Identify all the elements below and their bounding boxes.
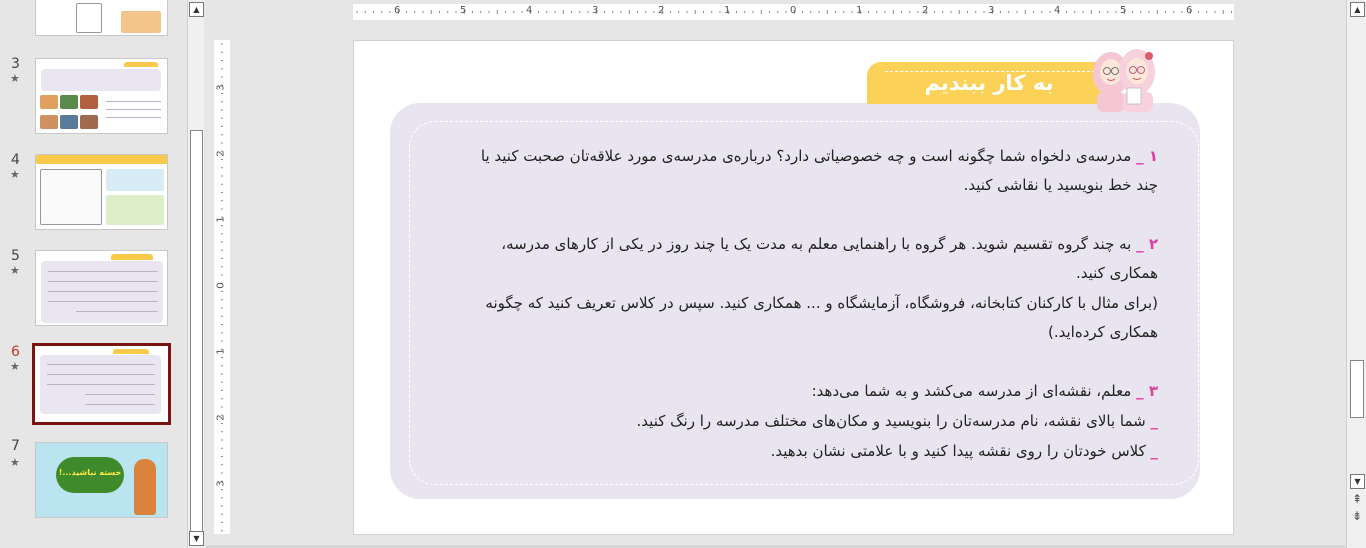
ruler-number: 1 [856,5,863,16]
bullet-dash: _ [1150,412,1159,430]
slide-title[interactable]: به کار ببندیم [914,71,1064,95]
item-2-line-1[interactable]: ۲ _ به چند گروه تقسیم شوید. هر گروه با ر… [501,235,1158,253]
scroll-up-button[interactable]: ▲ [189,2,204,17]
bullet-dash: _ [1150,442,1159,460]
thumb-5-text-line [48,271,158,272]
ruler-number: 3 [988,5,995,16]
item-3-bullet-1[interactable]: _ شما بالای نقشه، نام مدرسه‌تان را بنویس… [637,412,1158,430]
ruler-number: 3 [592,5,599,16]
scroll-up-button[interactable]: ▲ [1350,2,1365,17]
slide-scroll-thumb[interactable] [1350,360,1364,418]
animation-star-icon: ★ [10,72,20,85]
slide-thumbnail-5[interactable] [35,250,168,326]
slide-thumbnail-2[interactable] [35,0,168,36]
item-number-3: ۳ _ [1136,382,1158,400]
slide-canvas[interactable]: به کار ببندیم ۱ _ مدرسه‌ی دلخواه شما چگو… [353,40,1234,535]
slide-thumbnail-7[interactable]: خسته نباشید...! [35,442,168,518]
slide-thumbnail-4[interactable] [35,154,168,230]
thumb-3-photo [60,95,78,109]
animation-star-icon: ★ [10,168,20,181]
thumb-3-text-line [106,109,161,110]
ruler-number: 5 [460,5,467,16]
thumbnail-scrollbar[interactable]: ▲ ▼ [187,0,204,548]
thumb-3-card [41,69,161,91]
ruler-number: 1 [215,348,227,355]
thumb-2-illustration [76,3,102,33]
thumb-5-text-line [48,301,158,302]
ruler-number: 6 [1186,5,1193,16]
thumb-4-header [36,155,167,164]
thumb-7-text: خسته نباشید...! [58,468,122,477]
animation-star-icon: ★ [10,456,20,469]
item-2-line-3[interactable]: (برای مثال با کارکنان کتابخانه، فروشگاه،… [485,294,1158,312]
ruler-number: 2 [922,5,929,16]
scroll-down-button[interactable]: ▼ [189,531,204,546]
slide-number-6: 6 [11,344,20,360]
thumb-7-boy [134,459,156,515]
ruler-number: 4 [1054,5,1061,16]
thumb-5-title-tab [111,254,153,260]
slide-number-5: 5 [11,248,20,264]
slide-scrollbar[interactable]: ▲ ▼ ⇞ ⇟ [1346,0,1366,548]
thumb-3-text-line [106,101,161,102]
slide-thumbnail-6[interactable] [32,343,171,425]
ruler-number: 1 [724,5,731,16]
animation-star-icon: ★ [10,264,20,277]
thumb-6-text-line [47,384,155,385]
previous-slide-icon[interactable]: ⇞ [1350,492,1364,506]
thumb-3-photo [40,95,58,109]
thumb-4-map [40,169,102,225]
ruler-number: 0 [215,282,227,289]
next-slide-icon[interactable]: ⇟ [1350,509,1364,523]
thumb-6-text-line [47,364,155,365]
thumb-6-text-line [85,394,155,395]
thumb-4-box [106,195,164,225]
ruler-number: 4 [526,5,533,16]
ruler-number: 2 [658,5,665,16]
item-number-1: ۱ _ [1136,147,1158,165]
item-1-line-2[interactable]: چند خط بنویسید یا نقاشی کنید. [964,176,1158,194]
thumb-3-title-tab [124,62,158,67]
item-3-bullet-2[interactable]: _ کلاس خودتان را روی نقشه پیدا کنید و با… [771,442,1158,460]
thumb-3-photo [60,115,78,129]
slide-number-4: 4 [11,152,20,168]
thumb-2-kids [121,11,161,33]
thumbnail-scroll-thumb[interactable] [190,130,203,534]
two-girls-illustration-icon [1093,49,1155,112]
ruler-number: 2 [215,414,227,421]
slide-number-7: 7 [11,438,20,454]
vertical-ruler: 3 2 1 0 1 2 3 [214,40,230,534]
horizontal-ruler: 6 5 4 3 2 1 0 1 2 3 4 5 6 [353,4,1234,20]
ruler-number: 3 [215,480,227,487]
animation-star-icon: ★ [10,360,20,373]
thumb-3-photo [40,115,58,129]
thumb-3-photo [80,95,98,109]
slide-edit-area: 6 5 4 3 2 1 0 1 2 3 4 5 6 3 2 1 0 1 2 3 به کار ببندیم ۱ _ … [206,0,1346,548]
ruler-number: 5 [1120,5,1127,16]
thumb-4-box [106,169,164,191]
item-2-line-2[interactable]: همکاری کنید. [1076,264,1158,282]
slide-thumbnail-pane: 3 ★ 4 ★ 5 ★ 6 ★ 7 ★ خسته نباشید...! [0,0,186,548]
ruler-number: 0 [790,5,797,16]
thumb-3-photo [80,115,98,129]
thumb-5-text-line [76,311,158,312]
thumb-6-text-line [47,374,155,375]
ruler-number: 1 [215,216,227,223]
thumb-6-text-line [85,404,155,405]
thumb-5-text-line [48,281,158,282]
item-number-2: ۲ _ [1136,235,1158,253]
slide-number-3: 3 [11,56,20,72]
item-1-line-1[interactable]: ۱ _ مدرسه‌ی دلخواه شما چگونه است و چه خص… [481,147,1158,165]
thumb-3-text-line [106,117,161,118]
thumb-6-title-tab [113,349,149,354]
ruler-number: 6 [394,5,401,16]
item-3-line-1[interactable]: ۳ _ معلم، نقشه‌ای از مدرسه می‌کشد و به ش… [812,382,1158,400]
thumb-5-text-line [48,291,158,292]
slide-thumbnail-3[interactable] [35,58,168,134]
ruler-number: 3 [215,84,227,91]
item-2-line-4[interactable]: همکاری کرده‌اید.) [1048,323,1158,341]
scroll-down-button[interactable]: ▼ [1350,474,1365,489]
ruler-number: 2 [215,150,227,157]
